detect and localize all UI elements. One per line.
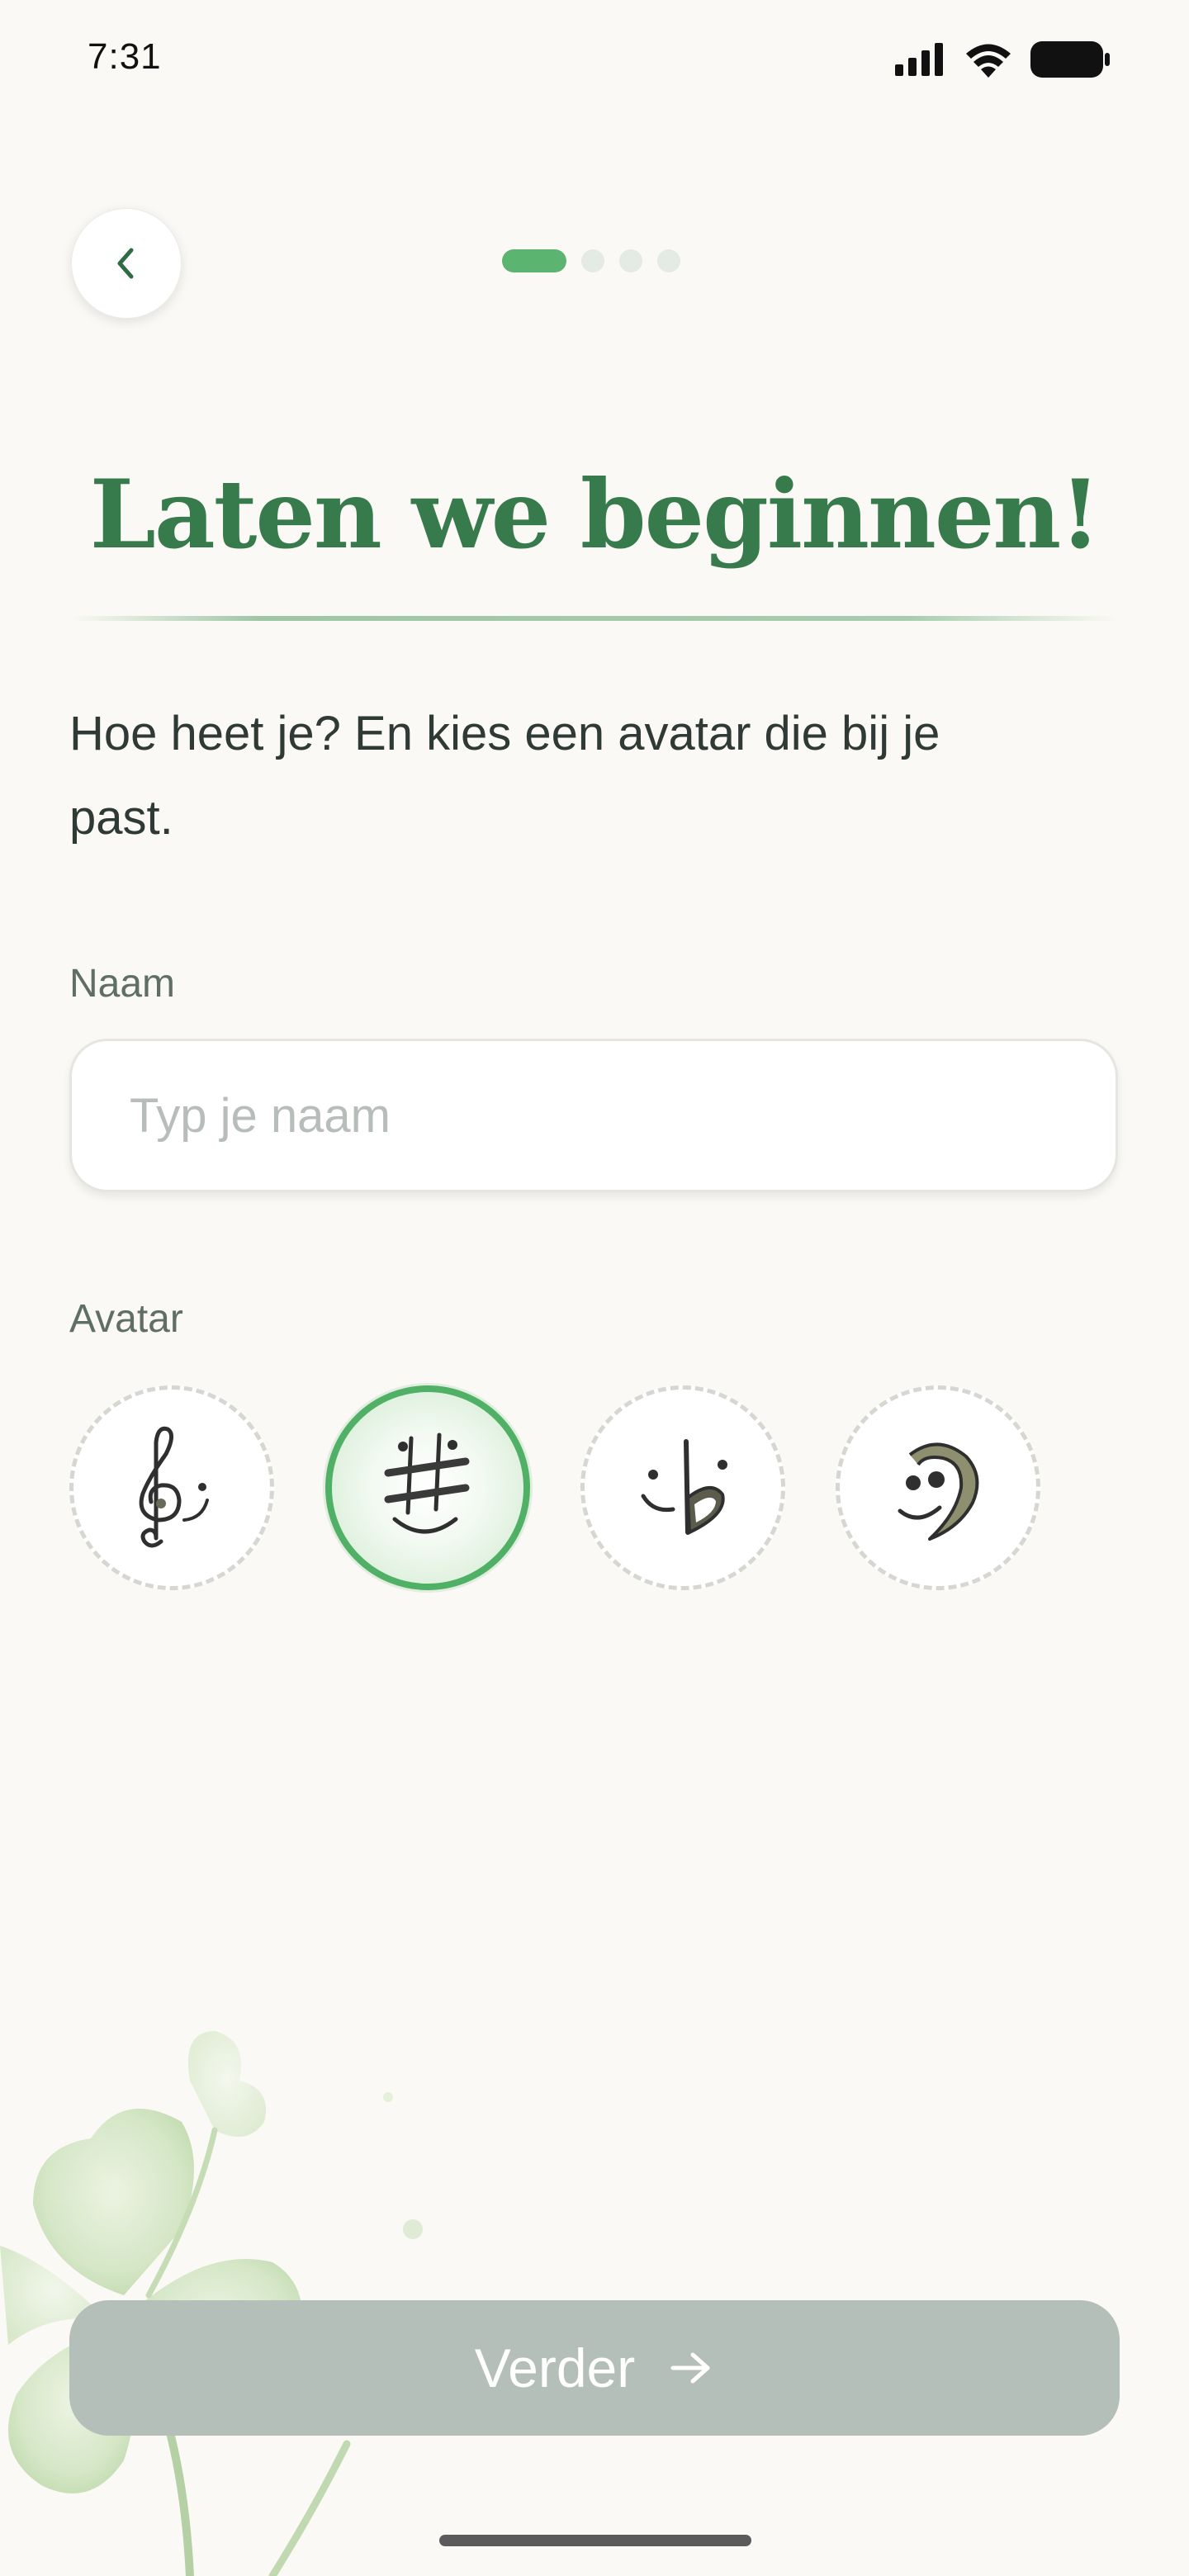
avatar-option-treble-clef[interactable] (69, 1385, 274, 1590)
flat-sign-face-icon (641, 1439, 727, 1535)
progress-dot-active (502, 249, 566, 272)
clover-decoration (0, 2031, 423, 2576)
sharp-sign-face-icon (384, 1432, 470, 1534)
name-label: Naam (69, 962, 176, 1006)
avatar-option-flat-sign[interactable] (580, 1385, 785, 1590)
progress-dot (657, 249, 680, 272)
avatar-label: Avatar (69, 1297, 183, 1341)
status-time: 7:31 (88, 36, 162, 77)
treble-clef-face-icon (139, 1426, 209, 1548)
status-icons (895, 36, 1110, 83)
bass-clef-face-icon (898, 1442, 979, 1541)
wifi-icon (966, 44, 1011, 78)
progress-dot (581, 249, 604, 272)
home-indicator[interactable] (439, 2535, 751, 2546)
avatar-option-sharp-sign[interactable] (325, 1385, 530, 1590)
continue-button[interactable]: Verder (69, 2300, 1120, 2436)
continue-button-label: Verder (474, 2337, 636, 2398)
progress-dot (619, 249, 642, 272)
chevron-left-icon (117, 248, 134, 279)
progress-indicator (502, 249, 680, 272)
page-title: Laten we beginnen! (89, 459, 1101, 570)
back-button[interactable] (71, 208, 182, 319)
arrow-right-icon (670, 2352, 710, 2384)
battery-icon (1030, 41, 1110, 78)
title-divider (71, 616, 1118, 621)
screen: 7:31 Laten we beginnen! Hoe heet je? En … (0, 0, 1189, 2576)
avatar-option-bass-clef[interactable] (836, 1385, 1040, 1590)
name-input[interactable] (69, 1039, 1118, 1192)
signal-icon (895, 43, 943, 76)
intro-text: Hoe heet je? En kies een avatar die bij … (69, 707, 940, 845)
